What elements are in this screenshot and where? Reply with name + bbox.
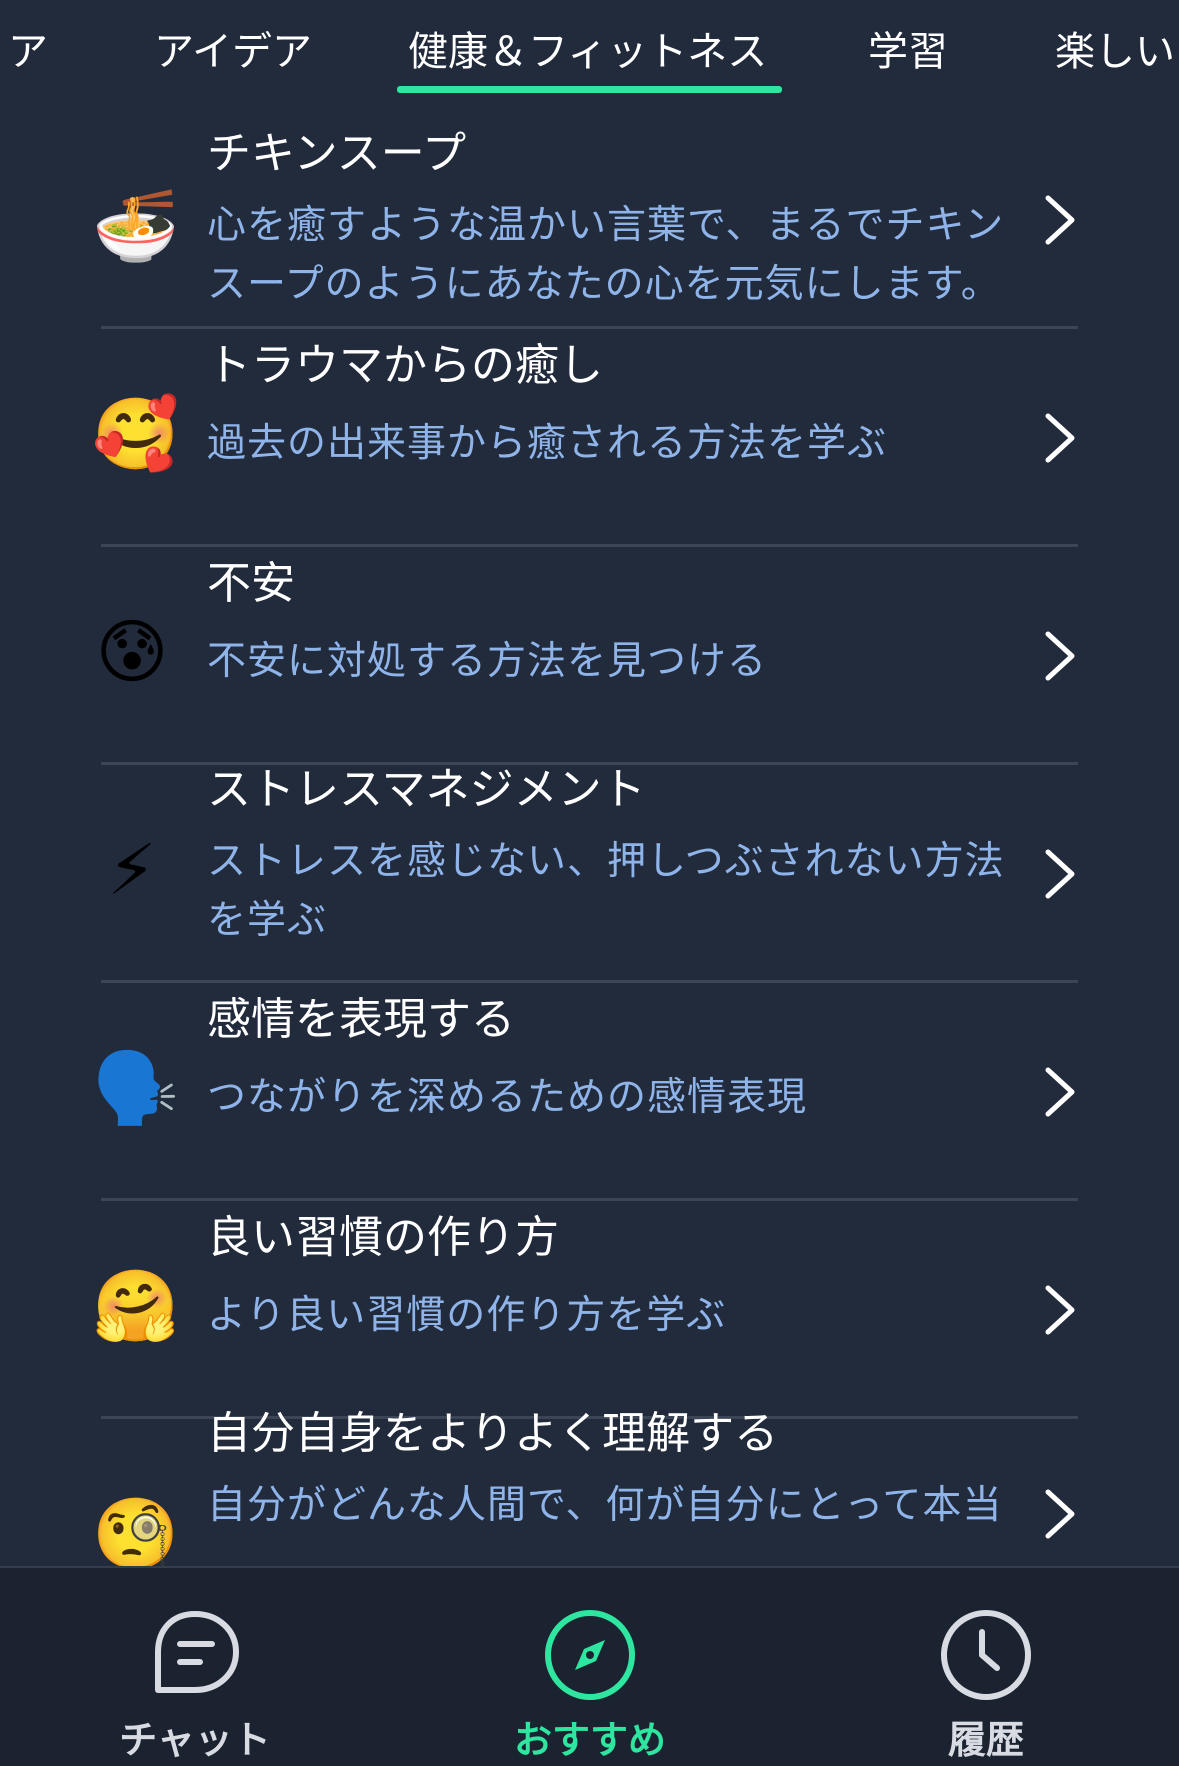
tab-art[interactable]: ア bbox=[8, 24, 48, 80]
nav-chat[interactable]: チャット bbox=[45, 1568, 345, 1766]
monocle-face-icon: 🧐 bbox=[92, 1493, 180, 1566]
list-item-description: つながりを深めるための感情表現 bbox=[207, 1075, 808, 1120]
list-item-stress-management[interactable]: ⚡ ストレスマネジメント ストレスを感じない、押しつぶされない方法を学ぶ bbox=[0, 764, 1179, 982]
smiling-face-with-hearts-icon: 🥰 bbox=[92, 393, 180, 475]
list-item-description: ストレスを感じない、押しつぶされない方法を学ぶ bbox=[207, 839, 1005, 943]
list-item-understand-yourself[interactable]: 🧐 自分自身をよりよく理解する 自分がどんな人間で、何が自分にとって本当 bbox=[0, 1408, 1179, 1566]
list-item-description: 自分がどんな人間で、何が自分にとって本当 bbox=[207, 1483, 1003, 1528]
list-item-title: ストレスマネジメント bbox=[207, 764, 646, 815]
chevron-right-icon bbox=[1045, 1285, 1075, 1335]
list-item-description: 心を癒すような温かい言葉で、まるでチキンスープのようにあなたの心を元気にします。 bbox=[207, 203, 1005, 307]
hugging-face-icon: 🤗 bbox=[92, 1265, 180, 1347]
speaking-head-icon: 🗣️ bbox=[92, 1047, 180, 1129]
anxious-face-icon: 😰 bbox=[95, 611, 169, 693]
topic-list[interactable]: 🍜 チキンスープ 心を癒すような温かい言葉で、まるでチキンスープのようにあなたの… bbox=[0, 110, 1179, 1566]
tab-ideas[interactable]: アイデア bbox=[154, 24, 312, 80]
nav-label-chat: チャット bbox=[119, 1718, 271, 1762]
chevron-right-icon bbox=[1045, 1067, 1075, 1117]
list-item-title: 良い習慣の作り方 bbox=[207, 1212, 559, 1263]
list-item-title: 不安 bbox=[207, 558, 295, 609]
list-item-title: 自分自身をよりよく理解する bbox=[207, 1408, 779, 1459]
list-item-title: 感情を表現する bbox=[207, 994, 515, 1045]
tab-learning[interactable]: 学習 bbox=[868, 24, 948, 80]
chat-bubble-icon bbox=[155, 1611, 239, 1693]
list-item-anxiety[interactable]: 😰 不安 不安に対処する方法を見つける bbox=[0, 546, 1179, 764]
recommendations-screen: ア アイデア 健康＆フィットネス 学習 楽しい 🍜 チキンスープ 心を癒すような… bbox=[0, 0, 1179, 1766]
list-item-title: トラウマからの癒し bbox=[207, 340, 603, 391]
active-tab-indicator bbox=[397, 86, 782, 93]
chevron-right-icon bbox=[1045, 1489, 1075, 1539]
list-item-title: チキンスープ bbox=[207, 128, 467, 179]
category-tabs: ア アイデア 健康＆フィットネス 学習 楽しい bbox=[0, 0, 1179, 100]
compass-icon bbox=[545, 1610, 635, 1700]
list-item-good-habits[interactable]: 🤗 良い習慣の作り方 より良い習慣の作り方を学ぶ bbox=[0, 1200, 1179, 1418]
chevron-right-icon bbox=[1045, 413, 1075, 463]
ramen-bowl-icon: 🍜 bbox=[92, 185, 180, 267]
nav-label-history: 履歴 bbox=[947, 1718, 1024, 1762]
clock-icon bbox=[941, 1610, 1031, 1700]
list-item-trauma-healing[interactable]: 🥰 トラウマからの癒し 過去の出来事から癒される方法を学ぶ bbox=[0, 328, 1179, 546]
lightning-icon: ⚡ bbox=[107, 829, 157, 911]
list-item-chicken-soup[interactable]: 🍜 チキンスープ 心を癒すような温かい言葉で、まるでチキンスープのようにあなたの… bbox=[0, 110, 1179, 328]
nav-history[interactable]: 履歴 bbox=[836, 1568, 1136, 1766]
chevron-right-icon bbox=[1045, 195, 1075, 245]
chevron-right-icon bbox=[1045, 849, 1075, 899]
nav-label-recommended: おすすめ bbox=[513, 1718, 666, 1762]
chevron-right-icon bbox=[1045, 631, 1075, 681]
list-item-express-emotions[interactable]: 🗣️ 感情を表現する つながりを深めるための感情表現 bbox=[0, 982, 1179, 1200]
tab-fun[interactable]: 楽しい bbox=[1055, 24, 1175, 80]
nav-recommended[interactable]: おすすめ bbox=[440, 1568, 740, 1766]
list-item-description: 不安に対処する方法を見つける bbox=[207, 639, 768, 684]
list-item-description: より良い習慣の作り方を学ぶ bbox=[207, 1293, 727, 1338]
list-item-description: 過去の出来事から癒される方法を学ぶ bbox=[207, 421, 888, 466]
bottom-navigation: チャット おすすめ 履歴 bbox=[0, 1566, 1179, 1766]
tab-health-fitness[interactable]: 健康＆フィットネス bbox=[408, 24, 767, 80]
